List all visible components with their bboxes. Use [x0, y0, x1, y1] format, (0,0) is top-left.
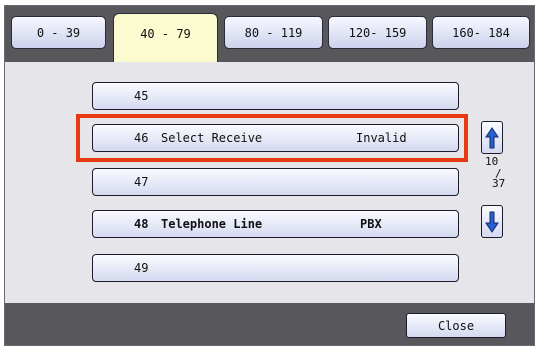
- setting-number: 48: [134, 217, 149, 231]
- setting-row-49[interactable]: 49: [92, 254, 459, 282]
- settings-window: 0 - 39 40 - 79 80 - 119 120- 159 160- 18…: [4, 5, 535, 346]
- arrow-down-icon: [485, 211, 499, 233]
- setting-number: 45: [134, 89, 149, 103]
- tab-160-184[interactable]: 160- 184: [432, 16, 530, 49]
- tab-120-159[interactable]: 120- 159: [328, 16, 427, 49]
- tab-80-119[interactable]: 80 - 119: [224, 16, 323, 49]
- setting-row-45[interactable]: 45: [92, 82, 459, 110]
- scroll-down-button[interactable]: [481, 205, 503, 238]
- setting-row-47[interactable]: 47: [92, 168, 459, 196]
- setting-number: 49: [134, 261, 149, 275]
- setting-row-48[interactable]: 48 Telephone Line PBX: [92, 210, 459, 238]
- tab-40-79[interactable]: 40 - 79: [113, 13, 218, 63]
- selection-highlight: [76, 114, 468, 162]
- setting-label: Telephone Line: [161, 217, 263, 231]
- setting-number: 47: [134, 175, 149, 189]
- scroll-up-button[interactable]: [481, 121, 503, 154]
- footer-bar: Close: [5, 303, 534, 345]
- tab-0-39[interactable]: 0 - 39: [11, 16, 106, 49]
- arrow-up-icon: [485, 126, 499, 148]
- tab-bar: 0 - 39 40 - 79 80 - 119 120- 159 160- 18…: [5, 6, 534, 63]
- close-button[interactable]: Close: [406, 313, 506, 338]
- setting-value: PBX: [360, 217, 382, 231]
- page-total: 37: [492, 177, 506, 190]
